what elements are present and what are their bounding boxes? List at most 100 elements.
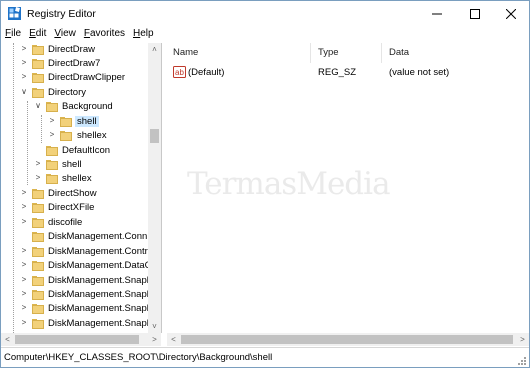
watermark: TermasMedia <box>187 166 391 202</box>
tree-item-background-shellex[interactable]: > shellex <box>1 129 149 143</box>
tree-item-directory-shell[interactable]: > shell <box>1 158 149 172</box>
title-bar: Registry Editor <box>1 1 529 27</box>
tree-item-directdraw7[interactable]: > DirectDraw7 <box>1 57 149 71</box>
folder-icon <box>32 232 44 242</box>
tree-item-label: Directory <box>48 87 87 98</box>
resize-grip-icon[interactable] <box>518 357 526 365</box>
scroll-down-arrow-icon[interactable]: ˅ <box>148 320 161 333</box>
tree-item-directshow[interactable]: > DirectShow <box>1 187 149 201</box>
tree-item-directory-shellex[interactable]: > shellex <box>1 172 149 186</box>
scroll-left-arrow-icon[interactable]: < <box>167 333 180 346</box>
folder-open-icon <box>32 88 44 98</box>
expand-icon[interactable]: > <box>20 290 28 298</box>
expand-icon[interactable]: > <box>20 261 28 269</box>
values-list[interactable]: Name Type Data ab (Default) REG_SZ (valu… <box>167 43 529 333</box>
tree-item-diskmanagement-snapl-1[interactable]: > DiskManagement.Snapl <box>1 274 149 288</box>
tree-item-diskmanagement-contr[interactable]: > DiskManagement.Contr <box>1 245 149 259</box>
expand-icon[interactable]: > <box>48 117 56 125</box>
list-horizontal-scrollbar[interactable]: < > <box>167 333 529 346</box>
folder-icon <box>32 276 44 286</box>
tree-item-label: DiskManagement.DataC <box>48 260 152 271</box>
expand-icon[interactable]: > <box>20 247 28 255</box>
tree-item-directdrawclipper[interactable]: > DirectDrawClipper <box>1 71 149 85</box>
expand-icon[interactable]: > <box>20 45 28 53</box>
tree-item-label: DirectDraw7 <box>48 58 101 69</box>
tree-item-label: DefaultIcon <box>62 145 111 156</box>
expand-icon[interactable]: > <box>20 203 28 211</box>
tree-item-label: DirectXFile <box>48 202 95 213</box>
menu-favorites[interactable]: Favorites <box>80 27 129 43</box>
column-header-name[interactable]: Name <box>173 47 198 58</box>
pane-splitter[interactable] <box>162 43 166 347</box>
tree-item-directxfile[interactable]: > DirectXFile <box>1 201 149 215</box>
tree-item-diskmanagement-datac[interactable]: > DiskManagement.DataC <box>1 259 152 273</box>
current-key-path: Computer\HKEY_CLASSES_ROOT\Directory\Bac… <box>4 352 273 363</box>
expand-icon[interactable]: > <box>20 59 28 67</box>
tree-horizontal-scrollbar[interactable]: < > <box>1 333 161 346</box>
expand-icon[interactable]: > <box>20 73 28 81</box>
expand-icon[interactable]: > <box>48 131 56 139</box>
scroll-left-arrow-icon[interactable]: < <box>1 333 14 346</box>
tree-vertical-scrollbar[interactable]: ˄ ˅ <box>148 43 161 333</box>
tree-item-label: shellex <box>62 173 92 184</box>
registry-tree[interactable]: > DirectDraw > DirectDraw7 > DirectDrawC… <box>1 43 162 333</box>
status-bar: Computer\HKEY_CLASSES_ROOT\Directory\Bac… <box>1 347 529 367</box>
tree-item-label: shellex <box>77 130 107 141</box>
tree-item-diskmanagement-conn[interactable]: DiskManagement.Conn <box>1 230 149 244</box>
menu-bar: File Edit View Favorites Help <box>1 27 529 43</box>
menu-view[interactable]: View <box>50 27 80 43</box>
scrollbar-thumb[interactable] <box>150 129 159 143</box>
maximize-button[interactable] <box>457 1 493 27</box>
tree-item-directdraw[interactable]: > DirectDraw <box>1 43 149 57</box>
tree-item-label: DiskManagement.Conn <box>48 231 148 242</box>
expand-icon[interactable]: > <box>20 276 28 284</box>
tree-item-label: DiskManagement.Snapl <box>48 275 149 286</box>
expand-icon[interactable]: > <box>34 174 42 182</box>
minimize-button[interactable] <box>419 1 455 27</box>
menu-file[interactable]: File <box>1 27 25 43</box>
maximize-icon <box>470 9 480 19</box>
menu-help[interactable]: Help <box>129 27 158 43</box>
tree-item-label: Background <box>62 101 113 112</box>
tree-item-label: DirectShow <box>48 188 97 199</box>
close-button[interactable] <box>493 1 529 27</box>
column-divider[interactable] <box>381 43 382 63</box>
tree-item-diskmanagement-snapl-2[interactable]: > DiskManagement.Snapl <box>1 288 149 302</box>
tree-item-background-shell[interactable]: > shell <box>1 115 149 129</box>
expand-icon[interactable]: > <box>34 160 42 168</box>
column-header-type[interactable]: Type <box>318 47 339 58</box>
scroll-right-arrow-icon[interactable]: > <box>148 333 161 346</box>
value-row[interactable]: ab (Default) REG_SZ (value not set) <box>167 65 529 79</box>
tree-item-defaulticon[interactable]: DefaultIcon <box>1 144 149 158</box>
folder-icon <box>32 290 44 300</box>
collapse-icon[interactable]: ∨ <box>34 102 42 110</box>
folder-icon <box>32 218 44 228</box>
tree-item-label: DirectDrawClipper <box>48 72 126 83</box>
tree-item-discofile[interactable]: > discofile <box>1 216 149 230</box>
scroll-up-arrow-icon[interactable]: ˄ <box>148 43 161 56</box>
tree-item-diskmanagement-snapl-3[interactable]: > DiskManagement.Snapl <box>1 302 149 316</box>
tree-item-directory[interactable]: ∨ Directory <box>1 86 149 100</box>
collapse-icon[interactable]: ∨ <box>20 88 28 96</box>
expand-icon[interactable]: > <box>20 304 28 312</box>
folder-icon <box>46 174 58 184</box>
folder-icon <box>32 73 44 83</box>
column-divider[interactable] <box>310 43 311 63</box>
tree-item-diskmanagement-snapl-4[interactable]: > DiskManagement.Snapl <box>1 317 149 331</box>
scroll-right-arrow-icon[interactable]: > <box>516 333 529 346</box>
expand-icon[interactable]: > <box>20 189 28 197</box>
expand-icon[interactable]: > <box>20 218 28 226</box>
menu-edit[interactable]: Edit <box>25 27 50 43</box>
tree-item-label: DirectDraw <box>48 44 95 55</box>
folder-icon <box>46 160 58 170</box>
tree-item-background[interactable]: ∨ Background <box>1 100 149 114</box>
expand-icon[interactable]: > <box>20 319 28 327</box>
window-title: Registry Editor <box>27 8 96 20</box>
scrollbar-thumb[interactable] <box>181 335 513 344</box>
value-data: (value not set) <box>389 67 450 78</box>
column-header-data[interactable]: Data <box>389 47 409 58</box>
tree-item-label: shell <box>62 159 82 170</box>
scrollbar-thumb[interactable] <box>15 335 139 344</box>
registry-editor-icon <box>8 7 21 20</box>
folder-open-icon <box>46 102 58 112</box>
